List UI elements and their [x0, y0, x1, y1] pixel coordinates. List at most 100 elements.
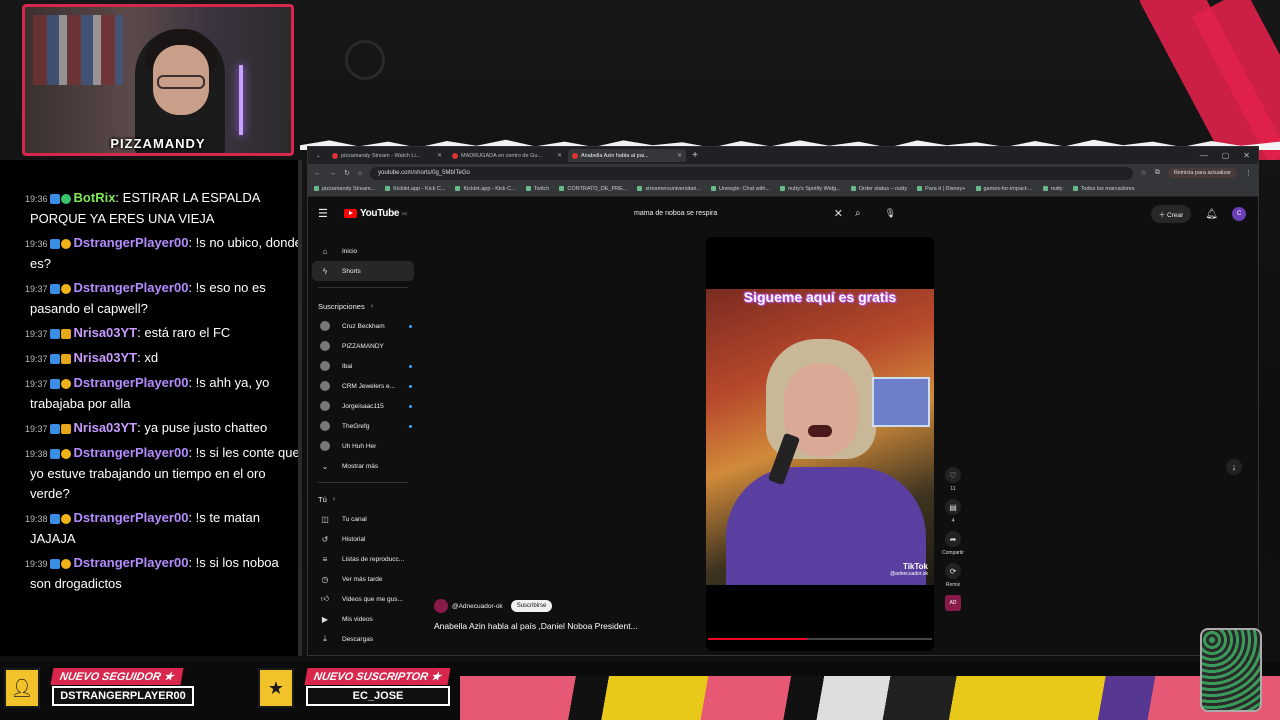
remix-button[interactable]: ⟳ — [945, 563, 961, 579]
sidebar-item[interactable]: PIZZAMANDY — [308, 336, 418, 356]
tab-search-icon[interactable]: ⌄ — [312, 149, 326, 162]
chat-username[interactable]: DstrangerPlayer00 — [74, 280, 189, 295]
search-input[interactable]: mama de noboa se respira — [626, 210, 834, 217]
bookmark-item[interactable]: CONTRATO_DE_PRE... — [559, 186, 627, 192]
close-window-icon[interactable]: ✕ — [1243, 151, 1250, 160]
sidebar-item[interactable]: 👍︎ Videos que me gus... — [308, 589, 418, 609]
live-dot — [409, 324, 412, 328]
you-header[interactable]: Tú › — [308, 489, 418, 509]
browser-tab[interactable]: Anabella Azin habla al pai... ✕ — [568, 149, 686, 162]
microphone-icon[interactable]: 🎙 — [885, 208, 896, 219]
short-player[interactable]: TikTok @adnecuador.ok Sigueme aquí es gra… — [706, 237, 934, 651]
bookmark-item[interactable]: Twitch — [526, 186, 550, 192]
bookmark-item[interactable]: Todos los marcadores — [1073, 186, 1135, 192]
short-progress-bar[interactable] — [708, 638, 932, 640]
badge-icon — [60, 238, 71, 249]
sidebar-item[interactable]: TheGrefg — [308, 416, 418, 436]
new-tab-button[interactable]: + — [688, 150, 702, 161]
sidebar-item-label: Mis videos — [342, 615, 373, 623]
tab-favicon — [332, 152, 338, 159]
bookmark-item[interactable]: Kicklet.app - Kick C... — [385, 186, 445, 192]
bookmark-item[interactable]: nutty — [1043, 186, 1063, 192]
chat-username[interactable]: Nrisa03YT — [74, 350, 138, 365]
forward-icon[interactable]: → — [329, 170, 336, 177]
close-tab-icon[interactable]: ✕ — [437, 152, 442, 159]
comment-button[interactable]: ▤ — [945, 499, 961, 515]
bookmark-item[interactable]: Para ti | Disney+ — [917, 186, 965, 192]
sidebar-item[interactable]: Uh Huh Her — [308, 436, 418, 456]
sidebar-item[interactable]: ⤓ Descargas — [308, 629, 418, 649]
browser-tab[interactable]: MADRUGADA en centro de Gu... ✕ — [448, 149, 566, 162]
share-button[interactable]: ➦ — [944, 531, 961, 547]
channel-avatar-button[interactable]: AD — [945, 595, 961, 611]
subscriber-alert-name: EC_JOSE — [306, 686, 450, 706]
account-avatar[interactable]: C — [1232, 207, 1246, 221]
search-icon[interactable]: ⌕ — [855, 208, 861, 219]
chat-username[interactable]: Nrisa03YT — [74, 420, 138, 435]
subscriptions-header[interactable]: Suscripciones › — [308, 296, 418, 316]
sidebar-item[interactable]: ◷ Ver más tarde — [308, 569, 418, 589]
update-button[interactable]: Reinicia para actualizar — [1167, 168, 1237, 178]
chat-username[interactable]: Nrisa03YT — [74, 325, 138, 340]
bookmark-item[interactable]: Order status – nutty — [851, 186, 907, 192]
like-button[interactable]: ♡ — [945, 467, 961, 483]
sidebar-item[interactable]: ▶ Mis videos — [308, 609, 418, 629]
subscribe-button[interactable]: Suscribirse — [510, 600, 553, 612]
url-field[interactable]: youtube.com/shorts/0g_5MbITeGo — [370, 166, 1133, 180]
sidebar-item[interactable]: ◫ Tu canal — [308, 509, 418, 529]
live-dot — [409, 404, 412, 408]
clear-search-icon[interactable]: ✕ — [834, 207, 843, 220]
sidebar-item[interactable]: CRM Jewelers e... — [308, 376, 418, 396]
short-video-frame[interactable]: TikTok @adnecuador.ok — [706, 289, 934, 585]
close-tab-icon[interactable]: ✕ — [557, 152, 562, 159]
short-metadata: @Adnecuador-ok Suscribirse Anabella Azin… — [434, 599, 638, 631]
channel-name[interactable]: @Adnecuador-ok — [452, 603, 503, 610]
chat-username[interactable]: DstrangerPlayer00 — [74, 555, 189, 570]
chat-badges — [49, 418, 72, 438]
chevron-right-icon: › — [370, 302, 374, 310]
chat-username[interactable]: BotRix — [74, 190, 116, 205]
minimize-icon[interactable]: — — [1200, 151, 1208, 160]
maximize-icon[interactable]: ▢ — [1222, 151, 1230, 160]
subscription-avatar — [320, 361, 330, 371]
star-icon[interactable]: ☆ — [1141, 169, 1147, 177]
close-tab-icon[interactable]: ✕ — [677, 152, 682, 159]
show-more-button[interactable]: ⌄ Mostrar más — [308, 456, 418, 476]
chat-username[interactable]: DstrangerPlayer00 — [74, 510, 189, 525]
notifications-bell-icon[interactable]: 🔔︎ — [1205, 209, 1218, 220]
hamburger-menu-icon[interactable]: ☰ — [318, 207, 334, 220]
sidebar-item[interactable]: ϟ Shorts — [312, 261, 414, 281]
chat-badges — [49, 553, 72, 573]
bookmark-item[interactable]: games-for-impact-... — [976, 186, 1033, 192]
stream-chat: 19:36 BotRix: ESTIRAR LA ESPALDA PORQUE Y… — [0, 160, 302, 656]
channel-avatar[interactable] — [434, 599, 448, 613]
bookmark-item[interactable]: Kicklet.app - Kick C... — [455, 186, 515, 192]
badge-icon — [49, 353, 60, 364]
youtube-logo[interactable]: YouTube EC — [344, 208, 407, 219]
chat-username[interactable]: DstrangerPlayer00 — [74, 445, 189, 460]
extensions-icon[interactable]: ⧉ — [1155, 169, 1160, 177]
sidebar-item[interactable]: Jorgeisaac115 — [308, 396, 418, 416]
create-button[interactable]: ＋ Crear — [1150, 205, 1192, 223]
sidebar-item[interactable]: ≡ Listas de reproducc... — [308, 549, 418, 569]
menu-dots-icon[interactable]: ⋮ — [1245, 169, 1252, 177]
chat-username[interactable]: DstrangerPlayer00 — [74, 375, 189, 390]
sidebar-item[interactable]: Ibai — [308, 356, 418, 376]
short-title[interactable]: Anabella Azin habla al país ,Daniel Nobo… — [434, 621, 638, 631]
sidebar-item[interactable]: Cruz Beckham — [308, 316, 418, 336]
bookmark-item[interactable]: pizzamandy Stream... — [314, 186, 375, 192]
sidebar-item[interactable]: ⌂ Inicio — [308, 241, 418, 261]
badge-icon — [49, 513, 60, 524]
chat-username[interactable]: DstrangerPlayer00 — [74, 235, 189, 250]
chat-text: : xd — [137, 350, 159, 365]
home-nav-icon[interactable]: ⌂ — [358, 170, 362, 177]
next-short-button[interactable]: ↓ — [1226, 459, 1242, 475]
back-icon[interactable]: ← — [314, 170, 321, 177]
bookmark-item[interactable]: Uneegle: Chat with... — [711, 186, 770, 192]
bookmark-item[interactable]: nutty's Spotify Widg... — [780, 186, 841, 192]
reload-icon[interactable]: ↻ — [344, 169, 350, 177]
bookmark-item[interactable]: streamersuniversitari... — [637, 186, 701, 192]
sidebar-item[interactable]: ↺ Historial — [308, 529, 418, 549]
chat-message: 19:36 BotRix: ESTIRAR LA ESPALDA PORQUE Y… — [25, 188, 302, 229]
browser-tab[interactable]: pizzamandy Stream - Watch Li... ✕ — [328, 149, 446, 162]
